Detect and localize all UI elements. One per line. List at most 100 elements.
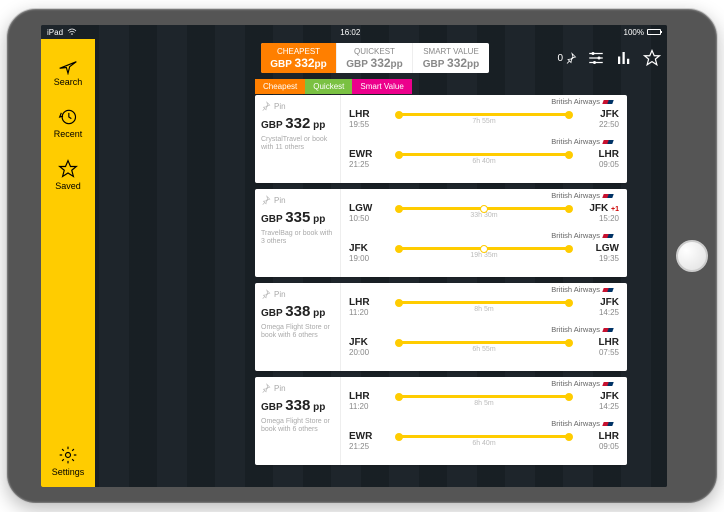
result-card[interactable]: PinGBP 332 ppCrystalTravel or book with …	[255, 95, 627, 183]
pin-icon	[261, 383, 271, 393]
sidebar: Search Recent Saved	[41, 39, 95, 487]
airline-logo	[602, 234, 613, 238]
pin-button[interactable]: Pin	[261, 289, 334, 299]
result-card[interactable]: Pin GBP 338 pp Omega Flight Store or book …	[255, 377, 627, 465]
pin-label: Pin	[274, 384, 286, 393]
airline-label: British Airways	[551, 231, 613, 240]
result-card[interactable]: PinGBP 335 ppTravelBag or book with 3 ot…	[255, 189, 627, 277]
bars-icon[interactable]	[615, 49, 633, 67]
depart-code: LHR	[349, 297, 393, 308]
sidebar-item-settings[interactable]: Settings	[52, 445, 85, 477]
duration-track: 7h 55m	[399, 113, 569, 125]
result-agent: Omega Flight Store or book with 6 others	[261, 324, 334, 339]
depart-code: EWR	[349, 149, 393, 160]
arrive-code: LHR	[598, 337, 619, 348]
sort-tab-quickest[interactable]: QUICKESTGBP 332pp	[337, 43, 413, 73]
pin-button[interactable]: Pin	[261, 383, 334, 393]
content-area: CHEAPESTGBP 332ppQUICKESTGBP 332ppSMART …	[95, 39, 667, 487]
depart-time: 11:20	[349, 308, 393, 317]
sidebar-item-recent[interactable]: Recent	[54, 107, 83, 139]
result-summary: PinGBP 332 ppCrystalTravel or book with …	[255, 95, 341, 183]
sort-tab-price: GBP 332pp	[270, 56, 327, 70]
sidebar-item-label: Saved	[55, 181, 81, 191]
depart-time: 10:50	[349, 214, 393, 223]
tablet-screen: iPad 16:02 100% Search	[41, 25, 667, 487]
results-list[interactable]: PinGBP 332 ppCrystalTravel or book with …	[255, 95, 627, 487]
result-price: GBP 338 pp	[261, 397, 334, 414]
sort-tab-title: CHEAPEST	[277, 47, 320, 56]
duration-track: 8h 5m	[399, 395, 569, 407]
header: CHEAPESTGBP 332ppQUICKESTGBP 332ppSMART …	[95, 39, 667, 77]
chip-cheapest[interactable]: Cheapest	[255, 79, 305, 94]
airline-label: British Airways	[551, 97, 613, 106]
result-price: GBP 338 pp	[261, 303, 334, 320]
duration-track: 6h 55m	[399, 341, 569, 353]
result-card[interactable]: Pin GBP 338 pp Omega Flight Store or book …	[255, 283, 627, 371]
airline-logo	[602, 328, 613, 332]
sort-tab-price: GBP 332pp	[423, 56, 480, 70]
pin-label: Pin	[274, 290, 286, 299]
status-time: 16:02	[77, 28, 624, 37]
sidebar-item-saved[interactable]: Saved	[55, 159, 81, 191]
clock-icon	[58, 107, 78, 127]
arrive-time: 09:05	[599, 160, 619, 169]
depart-time: 19:55	[349, 120, 393, 129]
pin-count: 0	[557, 53, 563, 64]
gear-icon	[58, 445, 78, 465]
airline-label: British Airways	[551, 325, 613, 334]
arrive-code: JFK	[600, 109, 619, 120]
sidebar-item-label: Search	[54, 77, 83, 87]
sort-tab-cheapest[interactable]: CHEAPESTGBP 332pp	[261, 43, 337, 73]
star-outline-icon[interactable]	[643, 49, 661, 67]
filter-sliders-icon[interactable]	[587, 49, 605, 67]
result-summary: PinGBP 335 ppTravelBag or book with 3 ot…	[255, 189, 341, 277]
sort-tab-smart-value[interactable]: SMART VALUEGBP 332pp	[413, 43, 489, 73]
airline-logo	[602, 100, 613, 104]
chip-smart[interactable]: Smart Value	[352, 79, 411, 94]
pin-count-chip[interactable]: 0	[557, 52, 577, 64]
status-device: iPad	[47, 28, 63, 37]
home-button[interactable]	[676, 240, 708, 272]
depart-time: 19:00	[349, 254, 393, 263]
tablet-frame: iPad 16:02 100% Search	[6, 8, 718, 504]
stop-indicator	[480, 245, 488, 253]
plane-icon	[58, 55, 78, 75]
result-agent: TravelBag or book with 3 others	[261, 230, 334, 245]
duration-track: 33h 30m	[399, 207, 569, 219]
duration-track: 19h 35m	[399, 247, 569, 259]
result-legs: British Airways LGW10:50 33h 30m JFK +115:2…	[341, 189, 627, 277]
arrive-code: JFK	[600, 391, 619, 402]
sort-tab-title: SMART VALUE	[423, 47, 479, 56]
star-icon	[58, 159, 78, 179]
result-summary: Pin GBP 338 pp Omega Flight Store or book …	[255, 283, 341, 371]
sort-tab-price: GBP 332pp	[346, 56, 403, 70]
result-legs: British AirwaysLHR11:208h 5mJFK14:25Brit…	[341, 283, 627, 371]
arrive-code: JFK	[600, 297, 619, 308]
airline-label: British Airways	[551, 137, 613, 146]
depart-code: EWR	[349, 431, 393, 442]
pin-button[interactable]: Pin	[261, 195, 334, 205]
depart-time: 21:25	[349, 160, 393, 169]
chip-quickest[interactable]: Quickest	[305, 79, 352, 94]
depart-code: LHR	[349, 109, 393, 120]
pin-icon	[261, 289, 271, 299]
pin-icon	[261, 101, 271, 111]
airline-label: British Airways	[551, 379, 613, 388]
depart-code: JFK	[349, 337, 393, 348]
arrive-code: LHR	[598, 149, 619, 160]
result-agent: Omega Flight Store or book with 6 others	[261, 418, 334, 433]
airline-label: British Airways	[551, 191, 613, 200]
arrive-code: LHR	[598, 431, 619, 442]
pin-label: Pin	[274, 102, 286, 111]
pin-button[interactable]: Pin	[261, 101, 334, 111]
duration-label: 8h 5m	[399, 306, 569, 313]
depart-code: LGW	[349, 203, 393, 214]
airline-logo	[602, 288, 613, 292]
arrive-time: 19:35	[599, 254, 619, 263]
arrive-time: 15:20	[599, 214, 619, 223]
depart-time: 21:25	[349, 442, 393, 451]
depart-time: 20:00	[349, 348, 393, 357]
arrive-code: JFK +1	[589, 203, 619, 214]
result-agent: CrystalTravel or book with 11 others	[261, 136, 334, 151]
sidebar-item-search[interactable]: Search	[54, 55, 83, 87]
